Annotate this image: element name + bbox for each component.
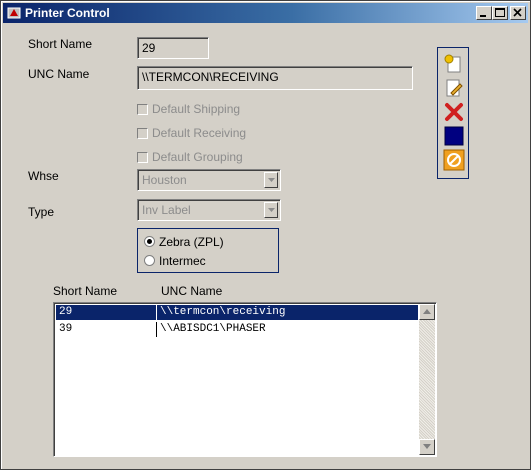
radio-zebra-label: Zebra (ZPL) [159, 235, 224, 249]
printer-list[interactable]: 29 \\termcon\receiving 39 \\ABISDC1\PHAS… [53, 302, 437, 457]
edit-icon [446, 79, 463, 97]
default-receiving-label: Default Receiving [152, 126, 247, 140]
radio-intermec-label: Intermec [159, 254, 206, 268]
radio-unselected-icon [144, 255, 155, 266]
column-divider [156, 322, 157, 337]
printer-language-group: Zebra (ZPL) Intermec [137, 228, 279, 273]
chevron-down-icon [268, 208, 275, 212]
whse-value: Houston [142, 173, 187, 187]
default-receiving-checkbox[interactable]: Default Receiving [137, 126, 246, 140]
checkbox-box [137, 152, 148, 163]
cancel-icon [443, 149, 465, 171]
save-button[interactable] [443, 125, 465, 147]
printer-control-window: Printer Control Short Name 29 UNC Name \… [0, 0, 531, 470]
list-row[interactable]: 39 \\ABISDC1\PHASER [56, 322, 418, 337]
action-toolbar [437, 47, 469, 179]
radio-intermec[interactable]: Intermec [144, 254, 206, 268]
checkbox-box [137, 104, 148, 115]
window-title: Printer Control [25, 6, 110, 20]
radio-zebra-zpl[interactable]: Zebra (ZPL) [144, 235, 224, 249]
close-icon [513, 8, 522, 17]
row-unc-name: \\ABISDC1\PHASER [160, 323, 266, 335]
type-value: Inv Label [142, 203, 191, 217]
row-unc-name: \\termcon\receiving [160, 306, 286, 318]
chevron-down-icon [268, 178, 275, 182]
type-select[interactable]: Inv Label [137, 199, 281, 221]
arrow-up-icon [423, 309, 431, 314]
type-dropdown-button[interactable] [264, 202, 278, 218]
list-row[interactable]: 29 \\termcon\receiving [56, 305, 418, 320]
whse-dropdown-button[interactable] [264, 172, 278, 188]
save-icon [444, 126, 464, 146]
scroll-up-button[interactable] [419, 304, 435, 320]
default-grouping-checkbox[interactable]: Default Grouping [137, 150, 243, 164]
default-shipping-label: Default Shipping [152, 102, 241, 116]
arrow-down-icon [423, 444, 431, 449]
type-label: Type [28, 205, 55, 219]
whse-label: Whse [28, 169, 59, 183]
row-short-name: 29 [59, 306, 73, 318]
column-divider [156, 305, 157, 320]
unc-name-field[interactable]: \\TERMCON\RECEIVING [137, 66, 413, 90]
default-grouping-label: Default Grouping [152, 150, 243, 164]
title-bar[interactable]: Printer Control [3, 3, 528, 23]
row-short-name: 39 [59, 323, 73, 335]
list-header-unc-name[interactable]: UNC Name [161, 284, 222, 298]
cancel-button[interactable] [443, 149, 465, 171]
minimize-icon [480, 15, 486, 17]
maximize-button[interactable] [492, 6, 508, 20]
vertical-scrollbar[interactable] [419, 304, 435, 455]
new-button[interactable] [443, 53, 465, 75]
maximize-icon [495, 8, 505, 17]
minimize-button[interactable] [476, 6, 492, 20]
delete-icon [445, 103, 463, 121]
new-icon [444, 54, 461, 73]
delete-button[interactable] [443, 101, 465, 123]
app-icon [7, 7, 21, 19]
unc-name-label: UNC Name [28, 67, 90, 81]
list-header-short-name[interactable]: Short Name [53, 284, 117, 298]
radio-selected-icon [144, 236, 155, 247]
default-shipping-checkbox[interactable]: Default Shipping [137, 102, 240, 116]
short-name-label: Short Name [28, 37, 93, 51]
whse-select[interactable]: Houston [137, 169, 281, 191]
close-button[interactable] [510, 6, 526, 20]
edit-button[interactable] [443, 77, 465, 99]
scroll-down-button[interactable] [419, 439, 435, 455]
checkbox-box [137, 128, 148, 139]
short-name-field[interactable]: 29 [137, 37, 209, 59]
